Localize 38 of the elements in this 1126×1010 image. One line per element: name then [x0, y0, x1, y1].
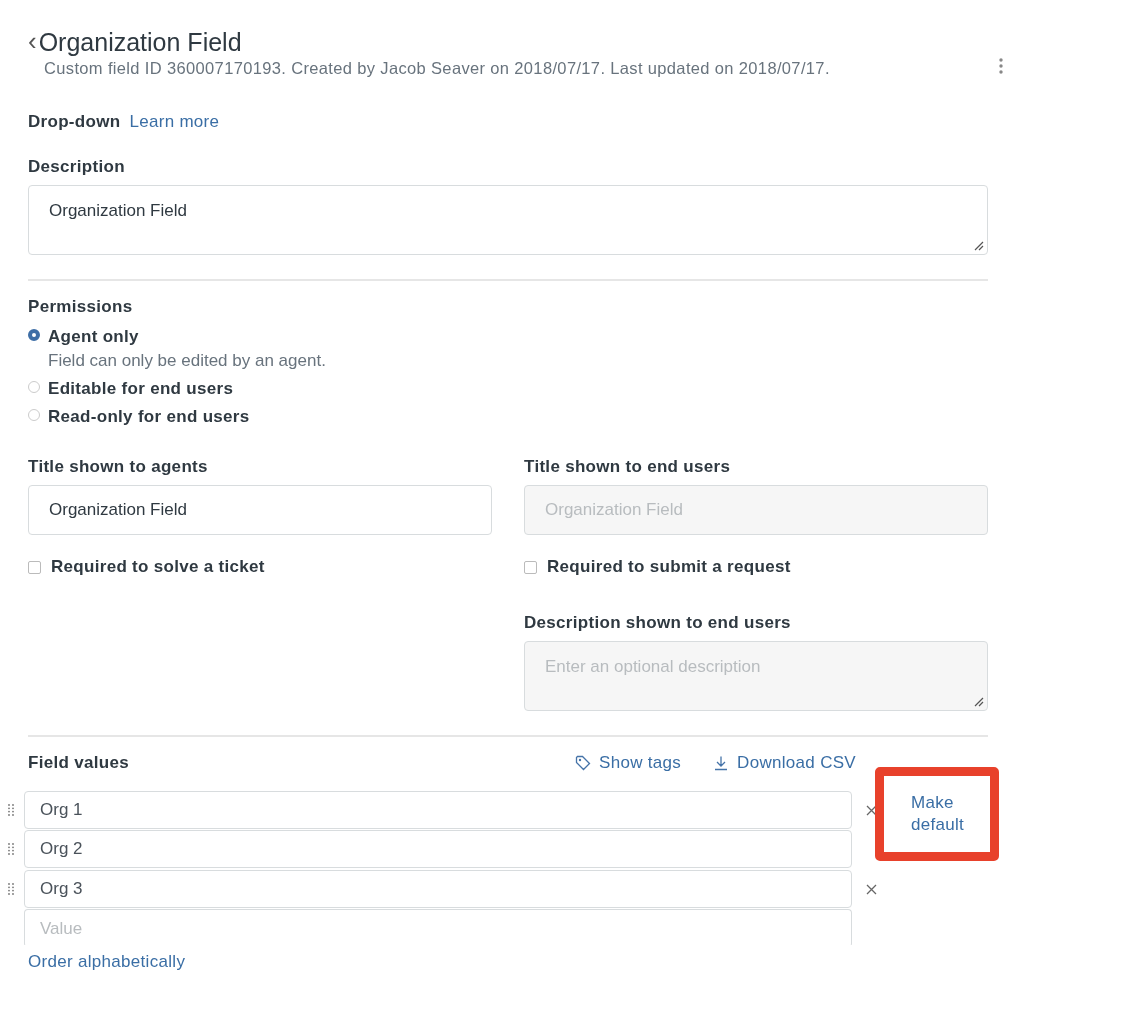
- permissions-label: Permissions: [28, 297, 134, 317]
- field-values-label: Field values: [28, 753, 129, 773]
- field-type-label: Drop-down: [28, 112, 121, 132]
- drag-handle-icon[interactable]: [8, 883, 14, 895]
- more-menu-icon[interactable]: [999, 58, 1003, 74]
- learn-more-link[interactable]: Learn more: [129, 112, 220, 132]
- checkbox[interactable]: [524, 560, 537, 574]
- end-user-description-label: Description shown to end users: [524, 613, 792, 633]
- option-field[interactable]: Org 3: [24, 870, 852, 908]
- description-field[interactable]: Organization Field: [28, 185, 988, 255]
- checkbox[interactable]: [28, 560, 41, 574]
- description-label: Description: [28, 157, 126, 177]
- agent-title-field[interactable]: Organization Field: [28, 485, 492, 535]
- resize-handle-icon[interactable]: [972, 239, 984, 251]
- drag-handle-icon[interactable]: [8, 843, 14, 855]
- checkbox-label: Required to solve a ticket: [51, 557, 265, 577]
- download-icon: [713, 755, 730, 771]
- page-title: Organization Field: [38, 28, 242, 57]
- order-alphabetically-link[interactable]: Order alphabetically: [28, 952, 186, 972]
- show-tags-link[interactable]: Show tags: [575, 753, 682, 773]
- radio-hint: Field can only be edited by an agent.: [48, 351, 326, 371]
- option-field[interactable]: Org 1: [24, 791, 852, 829]
- agent-title-label: Title shown to agents: [28, 457, 209, 477]
- radio-label: Editable for end users: [48, 379, 234, 399]
- make-default-link[interactable]: Make default: [911, 791, 981, 837]
- checkbox-label: Required to submit a request: [547, 557, 791, 577]
- remove-icon[interactable]: [866, 804, 877, 816]
- remove-icon[interactable]: [866, 883, 877, 895]
- download-csv-link[interactable]: Download CSV: [713, 753, 856, 773]
- end-user-title-label: Title shown to end users: [524, 457, 732, 477]
- radio-label: Agent only: [48, 327, 140, 347]
- drag-handle-icon[interactable]: [8, 804, 14, 816]
- option-field[interactable]: Org 2: [24, 830, 852, 868]
- radio-button[interactable]: [28, 329, 40, 341]
- page-subtitle: Custom field ID 360007170193. Created by Jacob Seaver on 2018/07/17. Last updated on 2018/07/17.: [44, 59, 830, 78]
- back-icon[interactable]: ‹: [28, 27, 37, 54]
- radio-label: Read-only for end users: [48, 407, 250, 427]
- tag-icon: [575, 755, 591, 771]
